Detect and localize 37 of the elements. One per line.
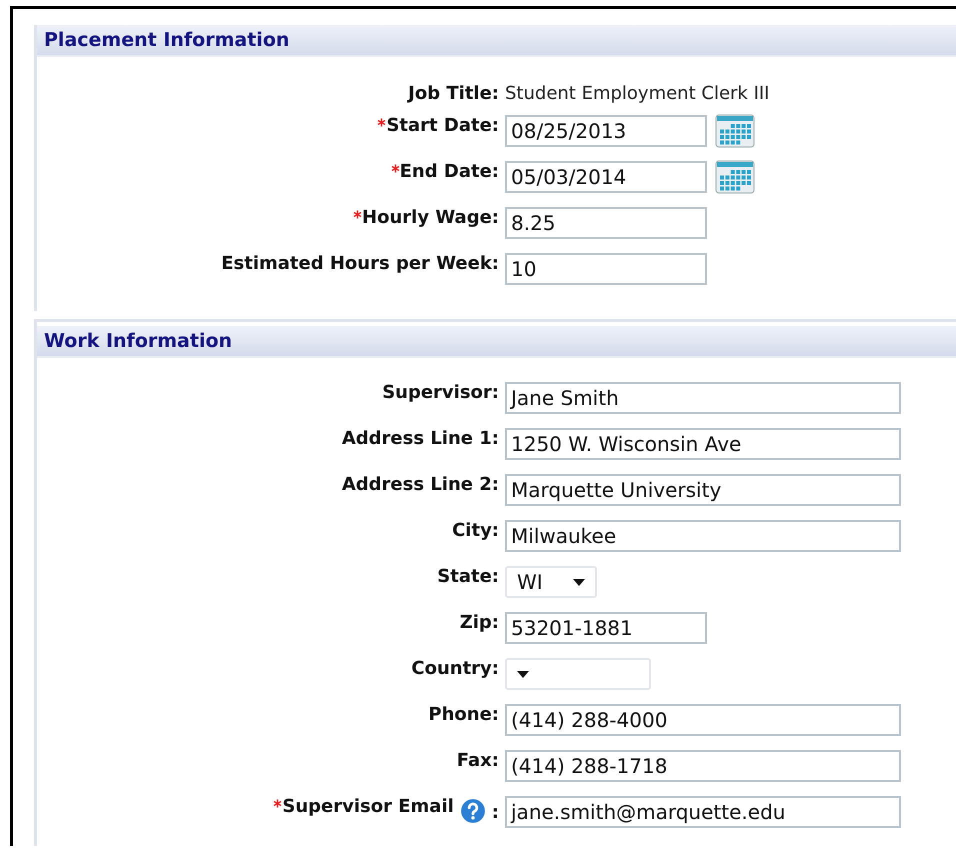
field-value: Student Employment Clerk III (505, 82, 770, 104)
input-field[interactable]: Marquette University (505, 474, 901, 506)
input-field[interactable]: 53201-1881 (505, 612, 707, 644)
field-label: Hourly Wage: (362, 207, 499, 228)
caret-icon (573, 578, 585, 586)
label-colon: : (492, 801, 499, 823)
calendar-icon[interactable] (715, 160, 755, 194)
input-field[interactable]: 1250 W. Wisconsin Ave (505, 428, 901, 460)
date-field[interactable]: 08/25/2013 (505, 115, 707, 147)
input-field[interactable]: (414) 288-4000 (505, 704, 901, 736)
input-field[interactable]: Jane Smith (505, 382, 901, 414)
field-label: Country: (411, 658, 499, 679)
section-header: Placement Information (37, 25, 956, 57)
caret-icon (517, 670, 529, 678)
field-label: Estimated Hours per Week: (221, 253, 499, 274)
field-label: Phone: (428, 704, 499, 725)
input-field[interactable]: jane.smith@marquette.edu (505, 796, 901, 828)
help-icon[interactable] (460, 798, 486, 824)
calendar-icon[interactable] (715, 114, 755, 148)
input-field[interactable]: Milwaukee (505, 520, 901, 552)
field-label: City: (452, 520, 499, 541)
field-label: Job Title: (408, 82, 499, 104)
input-field[interactable]: 10 (505, 253, 707, 285)
field-label: Fax: (456, 750, 499, 771)
input-field[interactable]: (414) 288-1718 (505, 750, 901, 782)
input-field[interactable]: 8.25 (505, 207, 707, 239)
field-label: Supervisor Email (282, 796, 454, 817)
field-label: End Date: (400, 161, 499, 182)
section-header: Work Information (37, 326, 956, 358)
field-label: Address Line 1: (342, 428, 499, 449)
date-field[interactable]: 05/03/2014 (505, 161, 707, 193)
field-label: Supervisor: (382, 382, 499, 403)
field-label: Address Line 2: (342, 474, 499, 495)
dropdown[interactable]: WI (505, 566, 597, 598)
field-label: Zip: (460, 612, 499, 633)
field-label: State: (437, 566, 499, 587)
field-label: Start Date: (386, 115, 499, 136)
